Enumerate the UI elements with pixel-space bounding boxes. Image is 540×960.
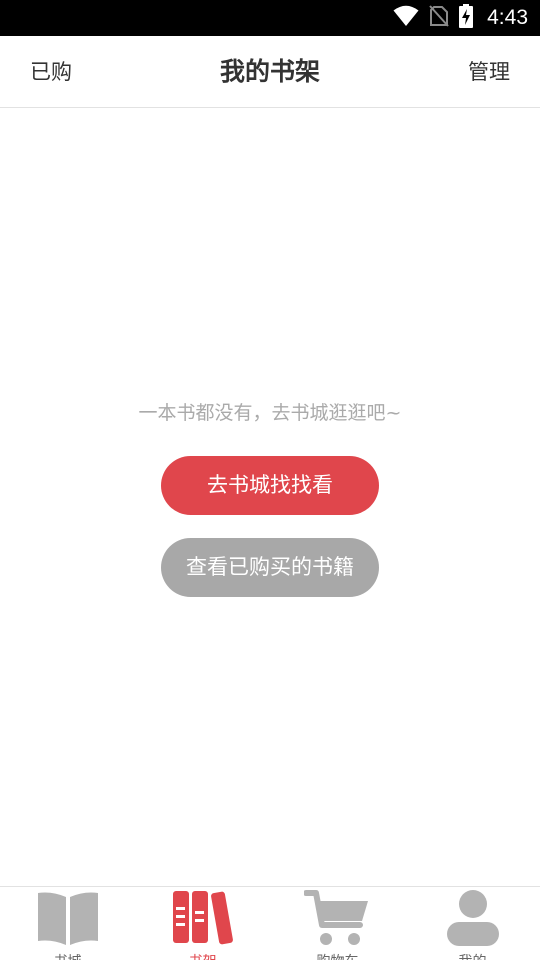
person-icon: [446, 890, 499, 946]
bottom-tab-bar: 书城 书架 购物车 我的: [0, 886, 540, 960]
header: 已购 我的书架 管理: [0, 36, 540, 108]
battery-charging-icon: [459, 4, 474, 32]
bookshelf-icon: [172, 891, 233, 945]
tab-bookstore[interactable]: 书城: [0, 887, 135, 960]
manage-button[interactable]: 管理: [468, 36, 510, 108]
wifi-icon: [393, 5, 419, 31]
status-bar: 4:43: [0, 0, 540, 36]
tab-label: 购物车: [270, 951, 405, 960]
no-sim-icon: [429, 5, 449, 31]
cart-icon: [303, 890, 368, 945]
tab-me[interactable]: 我的: [405, 887, 540, 960]
page-title: 我的书架: [219, 57, 320, 86]
tab-label: 书架: [135, 951, 270, 960]
tab-label: 我的: [405, 951, 540, 960]
tab-cart[interactable]: 购物车: [270, 887, 405, 960]
tab-label: 书城: [0, 951, 135, 960]
open-book-icon: [37, 892, 98, 945]
go-to-bookstore-button[interactable]: 去书城找找看: [161, 456, 379, 515]
purchased-button[interactable]: 已购: [30, 36, 72, 108]
view-purchased-books-button[interactable]: 查看已购买的书籍: [161, 538, 379, 597]
tab-bookshelf[interactable]: 书架: [135, 887, 270, 960]
status-icons: 4:43: [393, 0, 528, 36]
empty-state-message: 一本书都没有，去书城逛逛吧~: [138, 402, 402, 424]
status-time: 4:43: [487, 6, 528, 29]
